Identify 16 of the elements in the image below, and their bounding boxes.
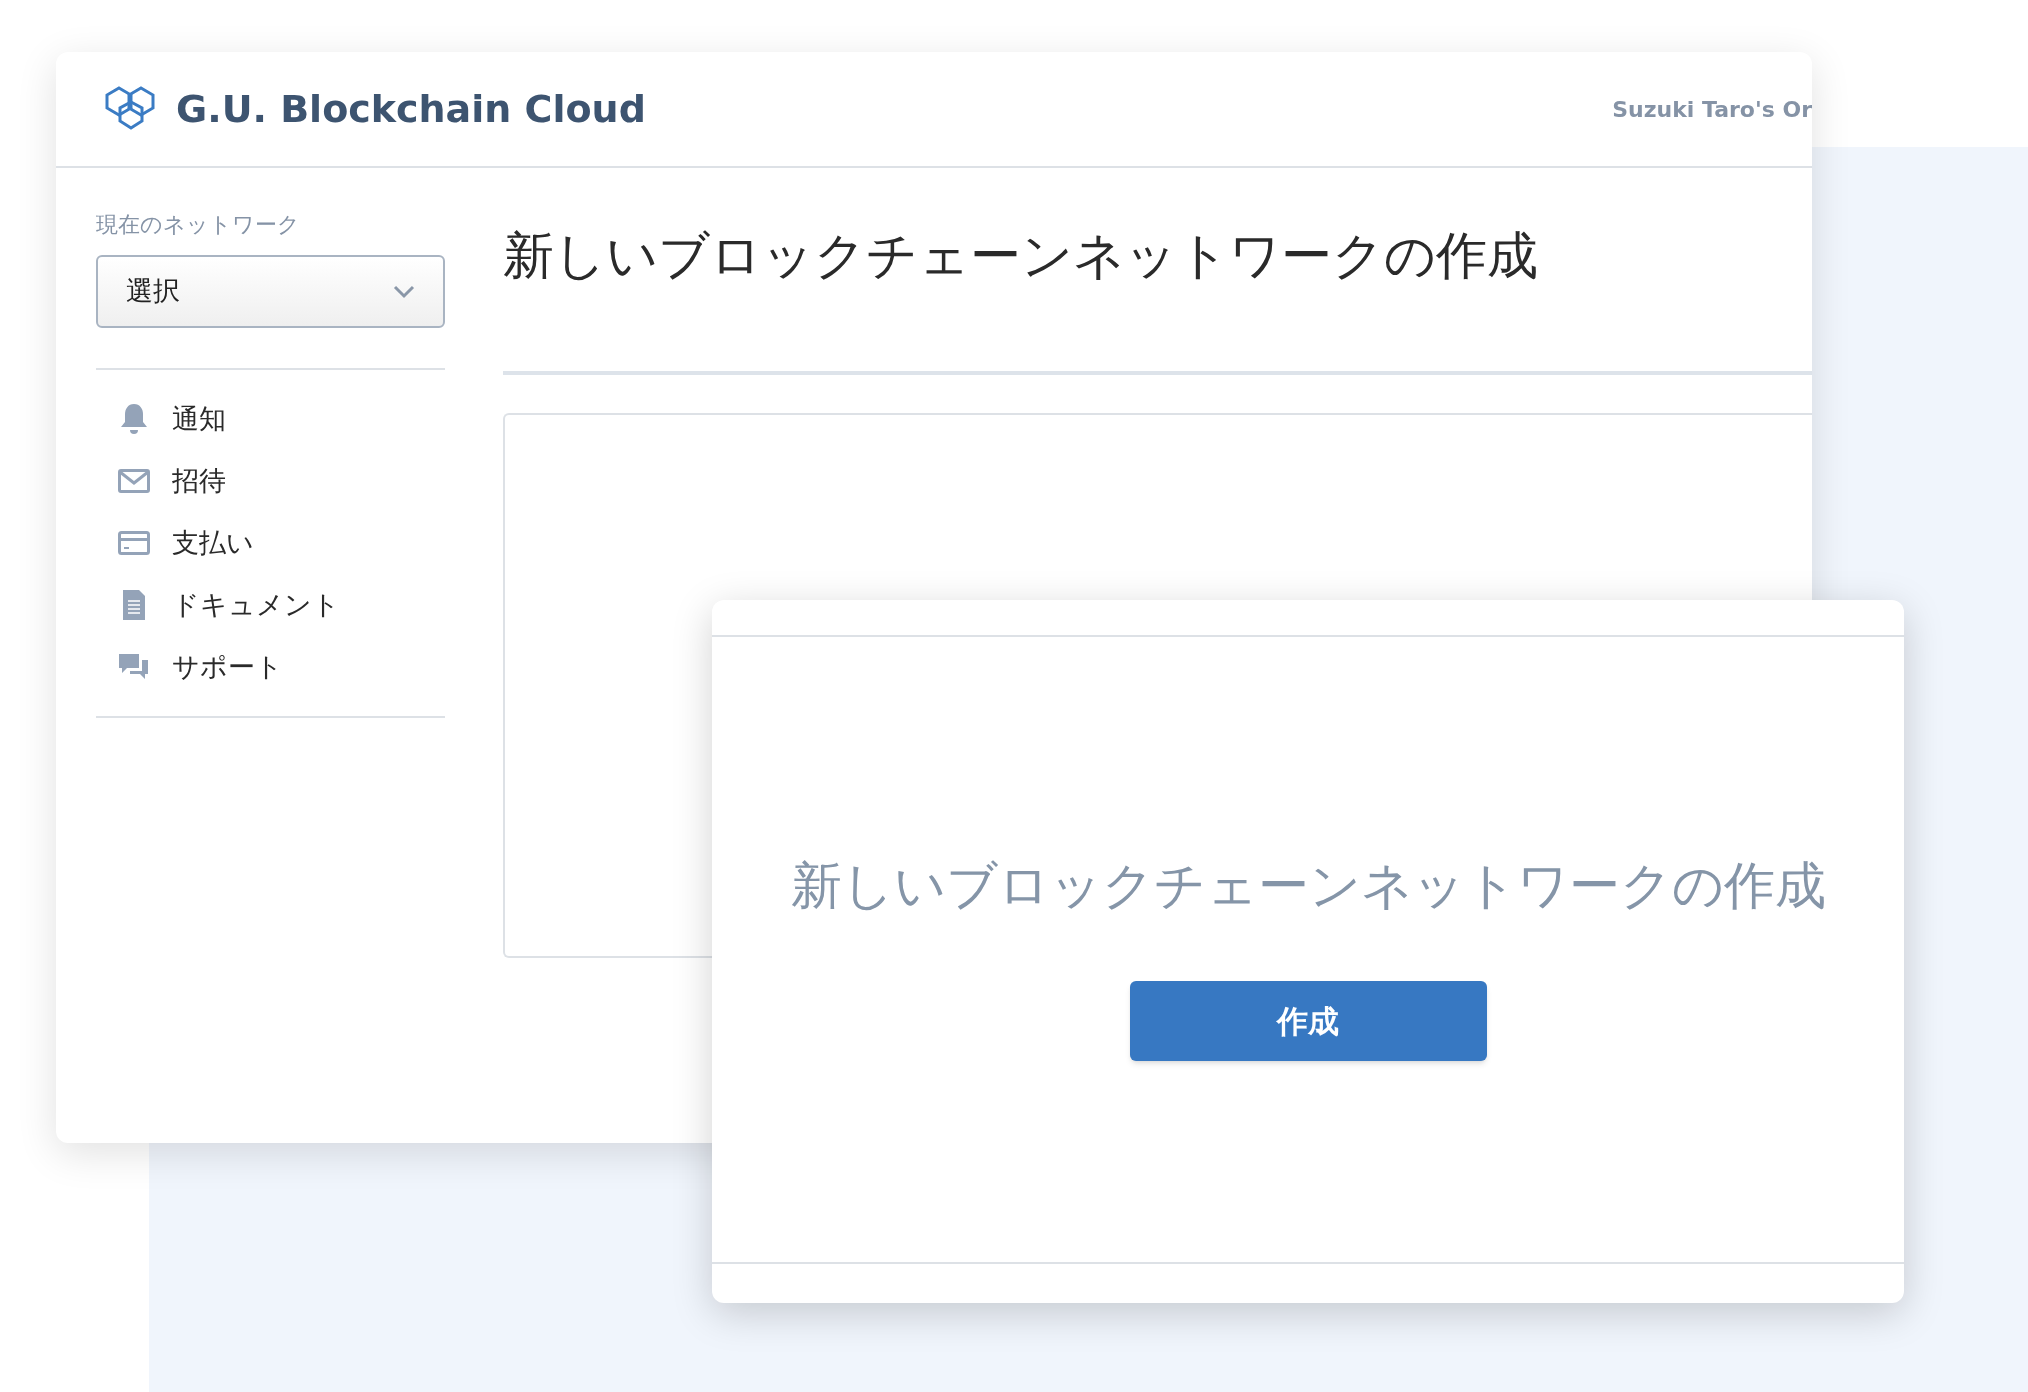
sidebar-item[interactable]: 支払い <box>172 522 254 564</box>
page-title: 新しいブロックチェーンネットワークの作成 <box>503 225 1539 287</box>
modal-title: 新しいブロックチェーンネットワークの作成 <box>790 855 1826 918</box>
app-title: G.U. Blockchain Cloud <box>176 85 646 133</box>
network-label: 現在のネットワーク <box>96 211 301 239</box>
network-select[interactable]: 選択 <box>96 255 445 328</box>
sidebar-item[interactable]: ドキュメント <box>172 584 340 626</box>
document-icon <box>121 590 147 620</box>
sidebar-item[interactable]: 招待 <box>172 460 226 502</box>
chevron-down-icon <box>393 284 415 299</box>
bell-icon <box>118 402 150 436</box>
credit-card-icon <box>118 531 150 555</box>
envelope-icon <box>118 469 150 493</box>
create-button[interactable]: 作成 <box>1129 980 1487 1061</box>
sidebar-item[interactable]: 通知 <box>172 398 226 440</box>
sidebar-item[interactable]: サポート <box>172 646 283 688</box>
